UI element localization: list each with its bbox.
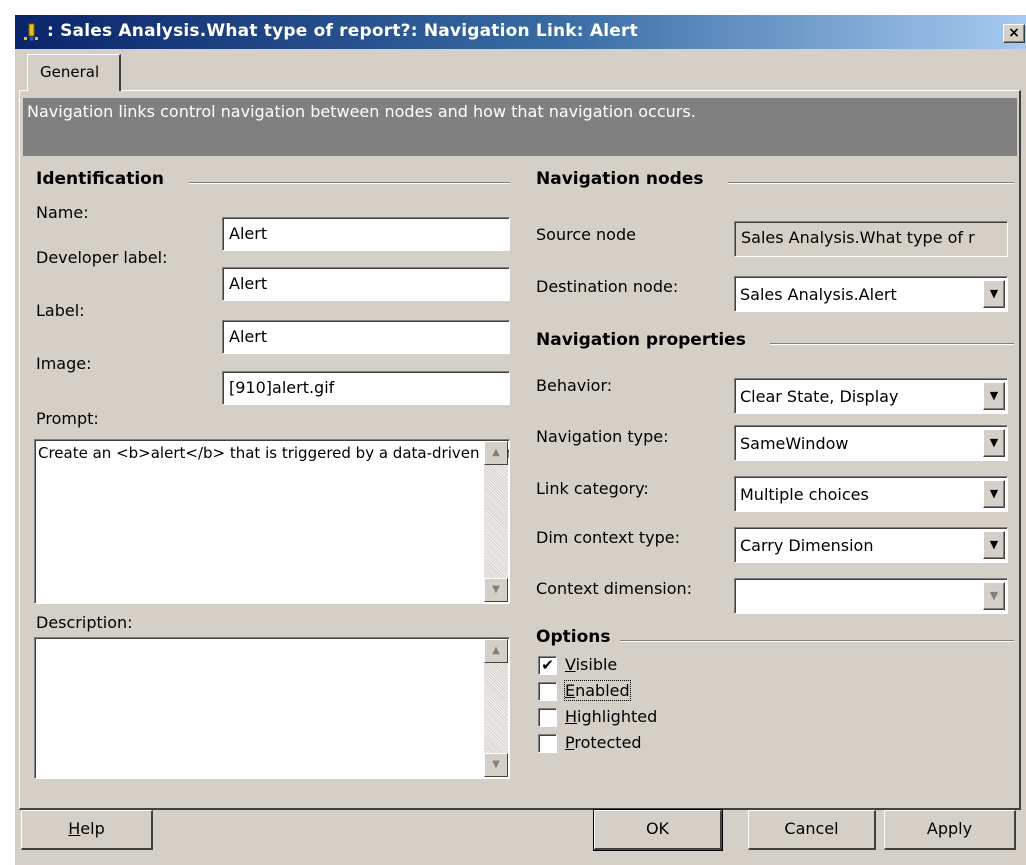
identification-header: Identification: [36, 169, 164, 189]
behavior-label: Behavior:: [536, 376, 613, 395]
scroll-down-icon[interactable]: ▼: [484, 578, 508, 602]
protected-checkbox-box[interactable]: [538, 734, 557, 753]
context-dimension-label: Context dimension:: [536, 579, 693, 598]
highlighted-checkbox-label: Highlighted: [565, 707, 658, 726]
help-button[interactable]: Help: [21, 810, 153, 850]
name-input[interactable]: Alert: [222, 217, 510, 251]
navigation-link-dialog: : Sales Analysis.What type of report?: N…: [14, 14, 1026, 865]
navigation-type-label: Navigation type:: [536, 427, 669, 446]
identification-divider: [189, 182, 510, 184]
apply-button[interactable]: Apply: [884, 810, 1016, 850]
link-category-value: Multiple choices: [740, 485, 869, 504]
navigation-nodes-header: Navigation nodes: [536, 169, 704, 189]
destination-node-label: Destination node:: [536, 277, 679, 296]
window-title: : Sales Analysis.What type of report?: N…: [47, 21, 638, 41]
enabled-checkbox-box[interactable]: [538, 682, 557, 701]
behavior-select[interactable]: Clear State, Display ▼: [734, 378, 1008, 414]
navigation-properties-divider: [770, 343, 1014, 345]
options-divider: [620, 640, 1014, 642]
prompt-textarea[interactable]: Create an <b>alert</b> that is triggered…: [34, 439, 510, 604]
chevron-down-icon[interactable]: ▼: [983, 429, 1005, 457]
prompt-text: Create an <b>alert</b> that is triggered…: [38, 444, 510, 462]
link-category-label: Link category:: [536, 479, 649, 498]
developer-label-label: Developer label:: [36, 248, 168, 267]
destination-node-select[interactable]: Sales Analysis.Alert ▼: [734, 276, 1008, 312]
description-scrollbar[interactable]: ▲ ▼: [484, 639, 508, 777]
cancel-button[interactable]: Cancel: [748, 810, 876, 850]
name-label: Name:: [36, 203, 89, 222]
navigation-link-icon: [21, 22, 41, 42]
visible-checkbox-label: Visible: [565, 655, 618, 674]
source-node-field: Sales Analysis.What type of r: [734, 221, 1008, 257]
navigation-type-value: SameWindow: [740, 434, 849, 453]
scroll-up-icon[interactable]: ▲: [484, 639, 508, 663]
navigation-nodes-divider: [728, 182, 1014, 184]
tab-general[interactable]: General: [27, 54, 121, 91]
chevron-down-icon: ▼: [983, 582, 1005, 610]
description-label: Description:: [36, 613, 133, 632]
visible-checkbox-box[interactable]: ✔: [538, 656, 557, 675]
label-label: Label:: [36, 301, 85, 320]
navigation-type-select[interactable]: SameWindow ▼: [734, 425, 1008, 461]
highlighted-checkbox-box[interactable]: [538, 708, 557, 727]
developer-label-input[interactable]: Alert: [222, 267, 510, 301]
chevron-down-icon[interactable]: ▼: [983, 531, 1005, 559]
close-icon: ×: [1008, 25, 1020, 41]
ok-button[interactable]: OK: [593, 809, 723, 851]
close-button[interactable]: ×: [1003, 24, 1025, 43]
link-category-select[interactable]: Multiple choices ▼: [734, 476, 1008, 512]
description-textarea[interactable]: ▲ ▼: [34, 637, 510, 779]
behavior-value: Clear State, Display: [740, 387, 899, 406]
image-label: Image:: [36, 354, 92, 373]
checkmark-icon: ✔: [541, 656, 554, 674]
dim-context-type-select[interactable]: Carry Dimension ▼: [734, 527, 1008, 563]
image-input[interactable]: [910]alert.gif: [222, 371, 510, 405]
title-bar[interactable]: : Sales Analysis.What type of report?: N…: [15, 15, 1026, 49]
dim-context-type-label: Dim context type:: [536, 528, 680, 547]
options-header: Options: [536, 627, 611, 647]
chevron-down-icon[interactable]: ▼: [983, 280, 1005, 308]
destination-node-value: Sales Analysis.Alert: [740, 285, 897, 304]
scroll-down-icon[interactable]: ▼: [484, 753, 508, 777]
prompt-label: Prompt:: [36, 409, 99, 428]
chevron-down-icon[interactable]: ▼: [983, 382, 1005, 410]
scroll-up-icon[interactable]: ▲: [484, 441, 508, 465]
chevron-down-icon[interactable]: ▼: [983, 480, 1005, 508]
source-node-label: Source node: [536, 225, 636, 244]
context-dimension-select: ▼: [734, 578, 1008, 614]
navigation-properties-header: Navigation properties: [536, 330, 746, 350]
prompt-scrollbar[interactable]: ▲ ▼: [484, 441, 508, 602]
dim-context-type-value: Carry Dimension: [740, 536, 874, 555]
description-banner: Navigation links control navigation betw…: [23, 98, 1017, 156]
label-input[interactable]: Alert: [222, 320, 510, 354]
enabled-checkbox-label: Enabled: [564, 680, 631, 701]
protected-checkbox-label: Protected: [565, 733, 642, 752]
